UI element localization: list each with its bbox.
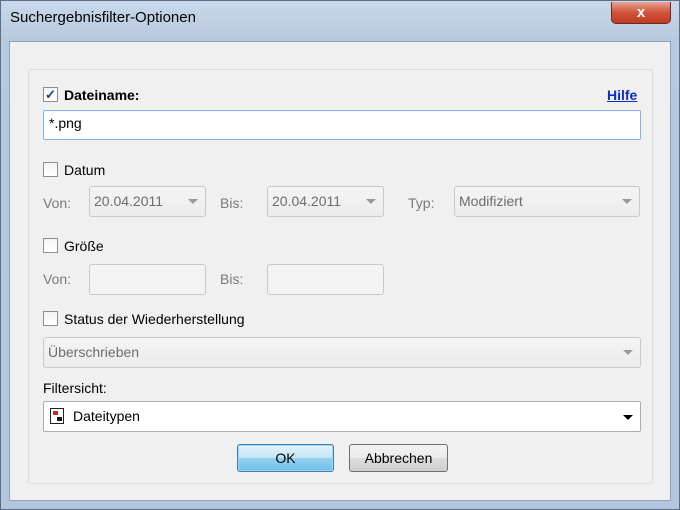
date-to-combo[interactable]: 20.04.2011 bbox=[267, 186, 384, 217]
filter-view-combo[interactable]: Dateitypen bbox=[43, 401, 641, 432]
options-group: ✓ Dateiname: Hilfe *.png Datum Von: 20.0… bbox=[28, 69, 653, 484]
size-label: Größe bbox=[64, 238, 104, 254]
recovery-status-combo[interactable]: Überschrieben bbox=[43, 337, 641, 368]
recovery-status-value: Überschrieben bbox=[48, 344, 140, 360]
filetype-tree-icon bbox=[50, 408, 64, 424]
recovery-status-checkbox[interactable] bbox=[43, 311, 58, 326]
chevron-down-icon bbox=[188, 199, 198, 204]
close-icon: x bbox=[636, 4, 646, 21]
date-type-label: Typ: bbox=[408, 195, 435, 211]
help-link[interactable]: Hilfe bbox=[607, 87, 637, 103]
date-checkbox[interactable] bbox=[43, 162, 58, 177]
checkmark-icon: ✓ bbox=[45, 87, 56, 102]
date-to-label: Bis: bbox=[220, 195, 244, 211]
chevron-down-icon bbox=[623, 350, 633, 355]
filename-input[interactable]: *.png bbox=[43, 110, 641, 140]
size-from-label: Von: bbox=[43, 271, 72, 287]
date-to-value: 20.04.2011 bbox=[272, 193, 342, 209]
size-checkbox[interactable] bbox=[43, 238, 58, 253]
dialog-content: ✓ Dateiname: Hilfe *.png Datum Von: 20.0… bbox=[9, 41, 671, 501]
dialog-window: Suchergebnisfilter-Optionen x ✓ Dateinam… bbox=[0, 0, 680, 510]
date-from-combo[interactable]: 20.04.2011 bbox=[89, 186, 206, 217]
date-type-value: Modifiziert bbox=[459, 193, 523, 209]
date-from-value: 20.04.2011 bbox=[94, 193, 164, 209]
ok-button[interactable]: OK bbox=[237, 444, 334, 472]
size-to-input[interactable] bbox=[267, 264, 384, 295]
date-type-combo[interactable]: Modifiziert bbox=[454, 186, 640, 217]
close-button[interactable]: x bbox=[611, 2, 671, 24]
date-from-label: Von: bbox=[43, 195, 72, 211]
size-to-label: Bis: bbox=[220, 271, 244, 287]
filter-view-value: Dateitypen bbox=[73, 408, 140, 424]
recovery-status-label: Status der Wiederherstellung bbox=[64, 311, 245, 327]
window-title: Suchergebnisfilter-Optionen bbox=[10, 9, 196, 26]
chevron-down-icon bbox=[623, 415, 633, 420]
cancel-button[interactable]: Abbrechen bbox=[349, 444, 448, 472]
chevron-down-icon bbox=[366, 199, 376, 204]
filter-view-label: Filtersicht: bbox=[43, 380, 107, 396]
date-label: Datum bbox=[64, 162, 106, 178]
filename-label: Dateiname: bbox=[64, 87, 140, 103]
size-from-input[interactable] bbox=[89, 264, 206, 295]
filename-checkbox[interactable]: ✓ bbox=[43, 87, 58, 102]
chevron-down-icon bbox=[622, 199, 632, 204]
